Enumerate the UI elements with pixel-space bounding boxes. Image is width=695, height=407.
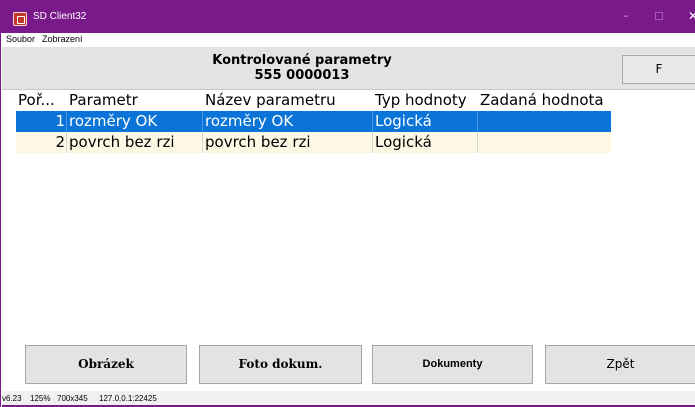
zpet-button[interactable]: Zpět	[545, 345, 695, 384]
column-header-zadana[interactable]: Zadaná hodnota	[478, 90, 611, 111]
cell-zadana[interactable]	[478, 111, 611, 132]
column-header-parametr[interactable]: Parametr	[67, 90, 203, 111]
title-bar[interactable]: SD Client32 – ✕	[1, 0, 695, 33]
cell-typ: Logická	[373, 111, 478, 132]
close-button[interactable]: ✕	[685, 8, 695, 24]
f-button[interactable]: F	[622, 55, 695, 84]
column-header-order[interactable]: Poř...	[16, 90, 67, 111]
cell-order: 1	[16, 111, 67, 132]
cell-nazev: rozměry OK	[203, 111, 373, 132]
status-resolution: 700x345	[57, 394, 88, 403]
menu-soubor[interactable]: Soubor	[6, 34, 35, 44]
maximize-button[interactable]	[651, 8, 667, 24]
cell-typ: Logická	[373, 132, 478, 153]
status-version: v6.23	[2, 394, 22, 403]
column-header-typ[interactable]: Typ hodnoty	[373, 90, 478, 111]
status-address: 127.0.0.1:22425	[99, 394, 157, 403]
obrazek-button[interactable]: Obrázek	[25, 345, 187, 384]
page-header: Kontrolované parametry 555 0000013 F	[2, 47, 695, 90]
table-row[interactable]: 1 rozměry OK rozměry OK Logická	[16, 111, 611, 132]
app-icon	[13, 12, 27, 26]
maximize-icon	[655, 12, 663, 20]
page-title: Kontrolované parametry	[212, 53, 392, 68]
cell-parametr: rozměry OK	[67, 111, 203, 132]
dokumenty-button[interactable]: Dokumenty	[372, 345, 533, 384]
cell-parametr: povrch bez rzi	[67, 132, 203, 153]
cell-zadana[interactable]	[478, 132, 611, 153]
cell-nazev: povrch bez rzi	[203, 132, 373, 153]
app-window: SD Client32 – ✕ Soubor Zobrazení Kontrol…	[0, 0, 695, 407]
minimize-button[interactable]: –	[618, 8, 634, 24]
table-header-row: Poř... Parametr Název parametru Typ hodn…	[16, 90, 611, 111]
window-title: SD Client32	[33, 11, 87, 22]
menu-bar: Soubor Zobrazení	[2, 33, 695, 47]
cell-order: 2	[16, 132, 67, 153]
menu-zobrazeni[interactable]: Zobrazení	[42, 34, 83, 44]
status-zoom: 125%	[30, 394, 51, 403]
table-row[interactable]: 2 povrch bez rzi povrch bez rzi Logická	[16, 132, 611, 153]
foto-dokum-button[interactable]: Foto dokum.	[199, 345, 362, 384]
column-header-nazev[interactable]: Název parametru	[203, 90, 373, 111]
page-subtitle: 555 0000013	[254, 68, 350, 83]
